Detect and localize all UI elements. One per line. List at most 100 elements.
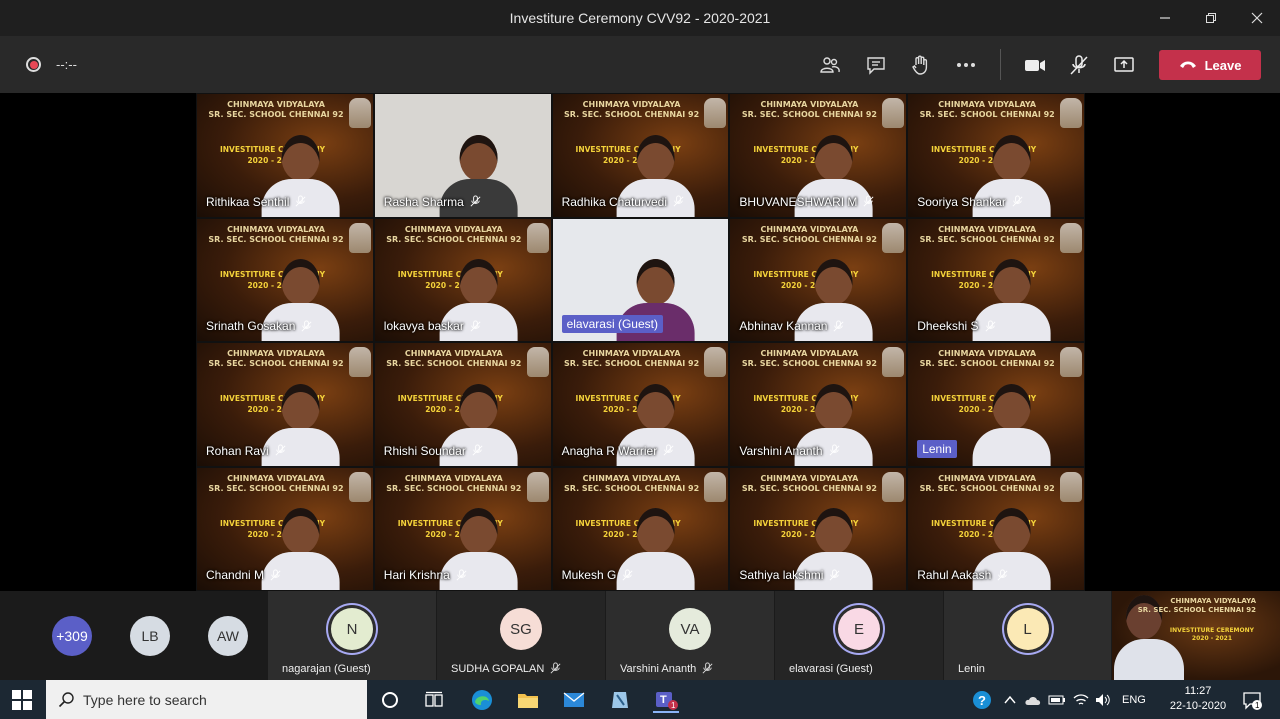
window-controls xyxy=(1142,0,1280,36)
school-banner-text: CHINMAYA VIDYALAYA SR. SEC. SCHOOL CHENNA… xyxy=(919,100,1055,119)
portrait-image xyxy=(348,471,371,502)
video-tile[interactable]: CHINMAYA VIDYALAYA SR. SEC. SCHOOL CHENNA… xyxy=(551,466,730,591)
portrait-image xyxy=(704,471,727,502)
help-icon[interactable]: ? xyxy=(972,690,992,710)
file-explorer-icon[interactable] xyxy=(515,687,541,713)
mic-off-icon xyxy=(663,444,674,456)
chevron-up-icon[interactable] xyxy=(1002,692,1018,708)
video-tile[interactable]: CHINMAYA VIDYALAYA SR. SEC. SCHOOL CHENNA… xyxy=(373,217,552,342)
video-tile[interactable]: CHINMAYA VIDYALAYA SR. SEC. SCHOOL CHENNA… xyxy=(196,342,374,467)
video-tile[interactable]: CHINMAYA VIDYALAYA SR. SEC. SCHOOL CHENNA… xyxy=(729,466,908,591)
clock-date: 22-10-2020 xyxy=(1169,700,1227,712)
avatar-initials: SG xyxy=(510,620,532,638)
share-screen-icon[interactable] xyxy=(1111,52,1137,78)
participant-name: Rithikaa Senthil xyxy=(206,195,307,209)
windows-start-icon[interactable] xyxy=(12,690,32,710)
participant-name: Lenin xyxy=(917,439,957,458)
mic-off-icon xyxy=(472,444,483,456)
video-tile[interactable]: elavarasi (Guest) xyxy=(551,217,730,342)
mic-off-icon xyxy=(985,319,996,331)
ceremony-banner-text: INVESTITURE CEREMONY 2020 - 2021 xyxy=(1169,627,1254,642)
taskbar-search-box[interactable]: Type here to search xyxy=(46,680,367,719)
overflow-participants-button[interactable]: +309 xyxy=(52,616,92,656)
participant-tile[interactable]: N nagarajan (Guest) xyxy=(268,591,436,680)
participant-name-label: Mukesh G xyxy=(561,568,617,582)
overflow-count: +309 xyxy=(56,628,88,644)
notification-center-icon[interactable]: 1 xyxy=(1239,687,1265,713)
mic-off-icon[interactable] xyxy=(1066,52,1092,78)
participant-name: Rhishi Soundar xyxy=(384,444,484,458)
participant-name-label: Rithikaa Senthil xyxy=(206,194,290,209)
video-tile[interactable]: CHINMAYA VIDYALAYA SR. SEC. SCHOOL CHENNA… xyxy=(907,93,1085,218)
participant-name: elavarasi (Guest) xyxy=(789,663,873,675)
school-banner-text: CHINMAYA VIDYALAYA SR. SEC. SCHOOL CHENNA… xyxy=(386,473,522,493)
participant-name: Abhinav Kannan xyxy=(739,319,845,333)
video-tile[interactable]: Rasha Sharma xyxy=(373,93,552,218)
video-tile[interactable]: CHINMAYA VIDYALAYA SR. SEC. SCHOOL CHENNA… xyxy=(196,217,374,342)
video-tile[interactable]: CHINMAYA VIDYALAYA SR. SEC. SCHOOL CHENNA… xyxy=(373,466,552,591)
portrait-image xyxy=(704,98,727,128)
wifi-icon[interactable] xyxy=(1072,692,1090,708)
mic-off-icon xyxy=(829,568,840,580)
participant-name: elavarasi (Guest) xyxy=(561,315,663,333)
portrait-image xyxy=(704,347,727,377)
raise-hand-icon[interactable] xyxy=(907,52,933,78)
cortana-icon[interactable] xyxy=(377,687,403,713)
participant-name: lokavya baskar xyxy=(384,319,482,333)
participant-name-label: Lenin xyxy=(958,663,985,675)
participant-name: Radhika Chaturvedi xyxy=(562,195,685,209)
avatar: SG xyxy=(500,608,542,650)
chat-icon[interactable] xyxy=(863,52,889,78)
more-icon[interactable] xyxy=(953,52,979,78)
video-tile[interactable]: CHINMAYA VIDYALAYA SR. SEC. SCHOOL CHENNA… xyxy=(551,342,730,467)
participant-name-label: Radhika Chaturvedi xyxy=(561,194,667,209)
video-tile[interactable]: CHINMAYA VIDYALAYA SR. SEC. SCHOOL CHENNA… xyxy=(373,342,552,467)
phone-hangup-icon xyxy=(1179,61,1196,68)
participant-name-label: Hari Krishna xyxy=(383,568,450,582)
mail-icon[interactable] xyxy=(561,687,587,713)
portrait-image xyxy=(882,471,905,502)
camera-icon[interactable] xyxy=(1022,52,1048,78)
video-tile[interactable]: CHINMAYA VIDYALAYA SR. SEC. SCHOOL CHENNA… xyxy=(729,217,908,342)
video-tile[interactable]: CHINMAYA VIDYALAYA SR. SEC. SCHOOL CHENNA… xyxy=(551,93,730,218)
edge-browser-icon[interactable] xyxy=(469,687,495,713)
participant-name-label: Anagha R Warrier xyxy=(561,443,658,458)
video-tile[interactable]: CHINMAYA VIDYALAYA SR. SEC. SCHOOL CHENNA… xyxy=(729,93,908,218)
avatar-initials: AW xyxy=(216,628,240,644)
video-tile[interactable]: CHINMAYA VIDYALAYA SR. SEC. SCHOOL CHENNA… xyxy=(907,217,1085,342)
self-video-preview[interactable]: CHINMAYA VIDYALAYA SR. SEC. SCHOOL CHENNA… xyxy=(1112,591,1280,680)
mic-off-icon xyxy=(997,568,1008,580)
battery-icon[interactable] xyxy=(1048,692,1066,708)
video-tile[interactable]: CHINMAYA VIDYALAYA SR. SEC. SCHOOL CHENNA… xyxy=(907,466,1085,591)
restore-icon[interactable] xyxy=(1188,0,1234,36)
participant-name-label: Varshini Ananth xyxy=(620,662,697,675)
participant-strip: +309 LB AW N nagarajan (Guest) SG SUDHA … xyxy=(0,591,1280,680)
participant-tile[interactable]: VA Varshini Ananth xyxy=(606,591,774,680)
participant-name: Anagha R Warrier xyxy=(562,444,676,458)
onedrive-cloud-icon[interactable] xyxy=(1024,692,1042,708)
mic-off-icon xyxy=(295,195,306,207)
participant-tile[interactable]: SG SUDHA GOPALAN xyxy=(437,591,605,680)
portrait-image xyxy=(526,347,549,377)
video-tile[interactable]: CHINMAYA VIDYALAYA SR. SEC. SCHOOL CHENNA… xyxy=(196,466,374,591)
participants-icon[interactable] xyxy=(817,52,843,78)
participant-name-label: Sathiya lakshmi xyxy=(739,568,824,582)
task-view-icon[interactable] xyxy=(421,687,447,713)
system-clock[interactable]: 11:27 22-10-2020 xyxy=(1163,684,1233,714)
leave-button[interactable]: Leave xyxy=(1159,50,1261,80)
video-tile[interactable]: CHINMAYA VIDYALAYA SR. SEC. SCHOOL CHENNA… xyxy=(729,342,908,467)
avatar[interactable]: AW xyxy=(208,616,248,656)
video-tile[interactable]: CHINMAYA VIDYALAYA SR. SEC. SCHOOL CHENNA… xyxy=(196,93,374,218)
teams-icon[interactable]: T1 xyxy=(653,687,679,713)
avatar[interactable]: LB xyxy=(130,616,170,656)
participant-tile[interactable]: L Lenin xyxy=(944,591,1111,680)
close-icon[interactable] xyxy=(1234,0,1280,36)
volume-icon[interactable] xyxy=(1094,692,1112,708)
minimize-icon[interactable] xyxy=(1142,0,1188,36)
video-tile[interactable]: CHINMAYA VIDYALAYA SR. SEC. SCHOOL CHENNA… xyxy=(907,342,1085,467)
participant-name: Mukesh G xyxy=(562,568,635,582)
avatar-initials: LB xyxy=(141,628,159,644)
language-indicator[interactable]: ENG xyxy=(1122,694,1146,706)
participant-tile[interactable]: E elavarasi (Guest) xyxy=(775,591,943,680)
snip-tool-icon[interactable] xyxy=(607,687,633,713)
